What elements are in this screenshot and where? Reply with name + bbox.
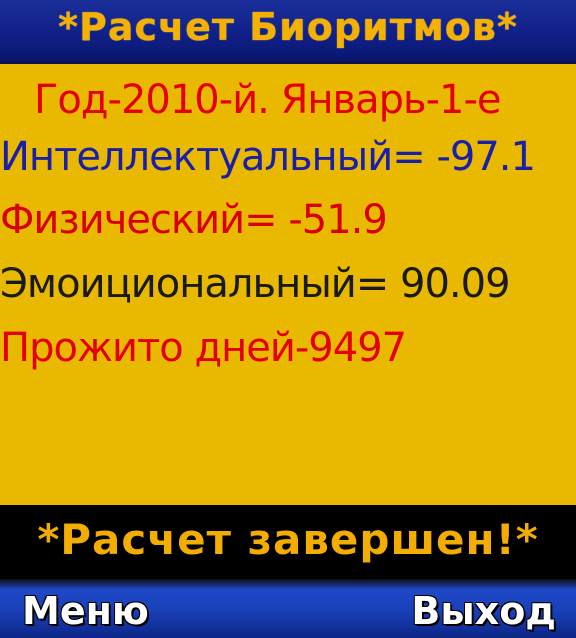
date-line: Год-2010-й. Январь-1-е (34, 77, 502, 123)
intellectual-biorhythm-value: Интеллектуальный= -97.1 (0, 134, 536, 180)
physical-biorhythm-value: Физический= -51.9 (0, 197, 388, 243)
app-title: *Расчет Биоритмов* (58, 5, 518, 49)
softkey-bar: Меню Выход (0, 579, 576, 638)
menu-softkey[interactable]: Меню (22, 589, 149, 633)
emotional-biorhythm-value: Эмоициональный= 90.09 (0, 261, 511, 307)
title-bar: *Расчет Биоритмов* (0, 0, 576, 64)
status-message: *Расчет завершен!* (37, 515, 539, 564)
exit-softkey[interactable]: Выход (411, 589, 556, 633)
days-lived-value: Прожито дней-9497 (0, 325, 407, 371)
results-panel: Год-2010-й. Январь-1-е Интеллектуальный=… (0, 64, 576, 505)
status-bar: *Расчет завершен!* (0, 505, 576, 579)
